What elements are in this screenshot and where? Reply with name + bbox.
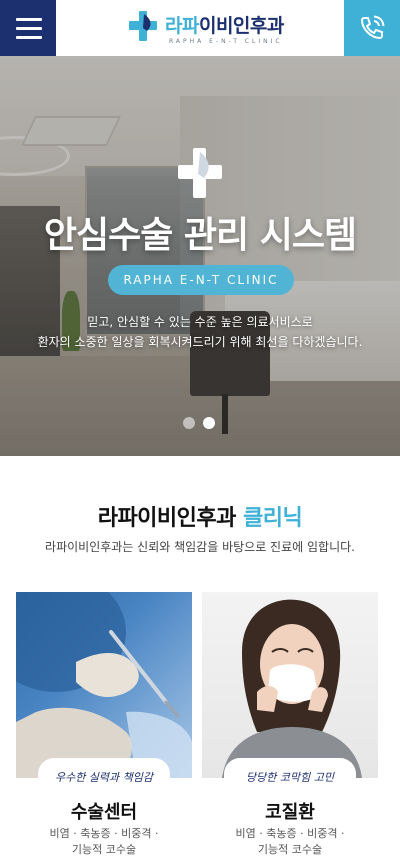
card-sub-line2: 기능적 코수술 (257, 843, 323, 856)
card-title: 수술센터 (70, 802, 138, 823)
hamburger-menu-icon (16, 18, 42, 21)
logo-text-main: 이비인후과 (198, 15, 284, 37)
menu-button[interactable] (0, 0, 56, 56)
site-header: 라파이비인후과 RAPHA E-N-T CLINIC (0, 0, 400, 56)
clinic-card-surgery-center[interactable]: 우수한 실력과 책임감 수술센터 비염 · 축농증 · 비중격 · 기능적 코수… (16, 592, 192, 866)
card-sub-line2: 기능적 코수술 (71, 843, 137, 856)
hero-desc-line1: 믿고, 안심할 수 있는 수준 높은 의료서비스로 (87, 315, 313, 329)
hero-desc-line2: 환자의 소중한 일상을 회복시켜드리기 위해 최선을 다하겠습니다. (37, 335, 363, 349)
hamburger-menu-icon-bar (16, 27, 42, 30)
logo-text-accent: 라파 (165, 15, 199, 37)
hamburger-menu-icon-bar (16, 36, 42, 39)
phone-call-button[interactable] (344, 0, 400, 56)
card-subtitle: 비염 · 축농증 · 비중격 · 기능적 코수술 (16, 826, 192, 858)
hero-description: 믿고, 안심할 수 있는 수준 높은 의료서비스로 환자의 소중한 일상을 회복… (0, 312, 400, 352)
clinic-section-title: 라파이비인후과 클리닉 (0, 500, 400, 532)
card-subtitle: 비염 · 축농증 · 비중격 · 기능적 코수술 (202, 826, 378, 858)
phone-icon (360, 15, 385, 40)
surgery-photo-illustration (16, 592, 192, 778)
site-logo[interactable]: 라파이비인후과 RAPHA E-N-T CLINIC (125, 7, 295, 51)
card-title: 코질환 (265, 802, 315, 823)
sneezing-woman-photo (202, 592, 378, 778)
hero-badge: RAPHA E-N-T CLINIC (108, 265, 294, 295)
logo-cross-icon (129, 11, 157, 41)
hero-slider[interactable]: 안심수술 관리 시스템 RAPHA E-N-T CLINIC 믿고, 안심할 수… (0, 56, 400, 456)
logo-text: 라파이비인후과 (165, 11, 284, 38)
card-info: 당당한 코막힘 고민 코질환 비염 · 축농증 · 비중격 · 기능적 코수술 (202, 758, 378, 866)
clinic-card-nasal-disease[interactable]: 당당한 코막힘 고민 코질환 비염 · 축농증 · 비중격 · 기능적 코수술 (202, 592, 378, 866)
sneezing-woman-illustration (222, 599, 362, 778)
clinic-cross-icon (178, 148, 222, 198)
hero-title: 안심수술 관리 시스템 (43, 215, 357, 256)
card-info: 우수한 실력과 책임감 수술센터 비염 · 축농증 · 비중격 · 기능적 코수… (16, 758, 192, 866)
slider-dot-2-active[interactable] (203, 417, 215, 429)
slider-dot-1[interactable] (183, 417, 195, 429)
card-script-caption: 우수한 실력과 책임감 (54, 771, 154, 784)
clinic-title-accent: 클리닉 (243, 506, 303, 531)
slider-pagination (183, 416, 223, 430)
card-sub-line1: 비염 · 축농증 · 비중격 · (49, 827, 159, 840)
card-script-caption: 당당한 코막힘 고민 (246, 771, 334, 784)
surgery-photo (16, 592, 192, 778)
logo-subtitle: RAPHA E-N-T CLINIC (169, 38, 283, 45)
clinic-section-desc: 라파이비인후과는 신뢰와 책임감을 바탕으로 진료에 임합니다. (45, 540, 355, 554)
card-sub-line1: 비염 · 축농증 · 비중격 · (235, 827, 345, 840)
clinic-title-main: 라파이비인후과 (97, 506, 237, 531)
